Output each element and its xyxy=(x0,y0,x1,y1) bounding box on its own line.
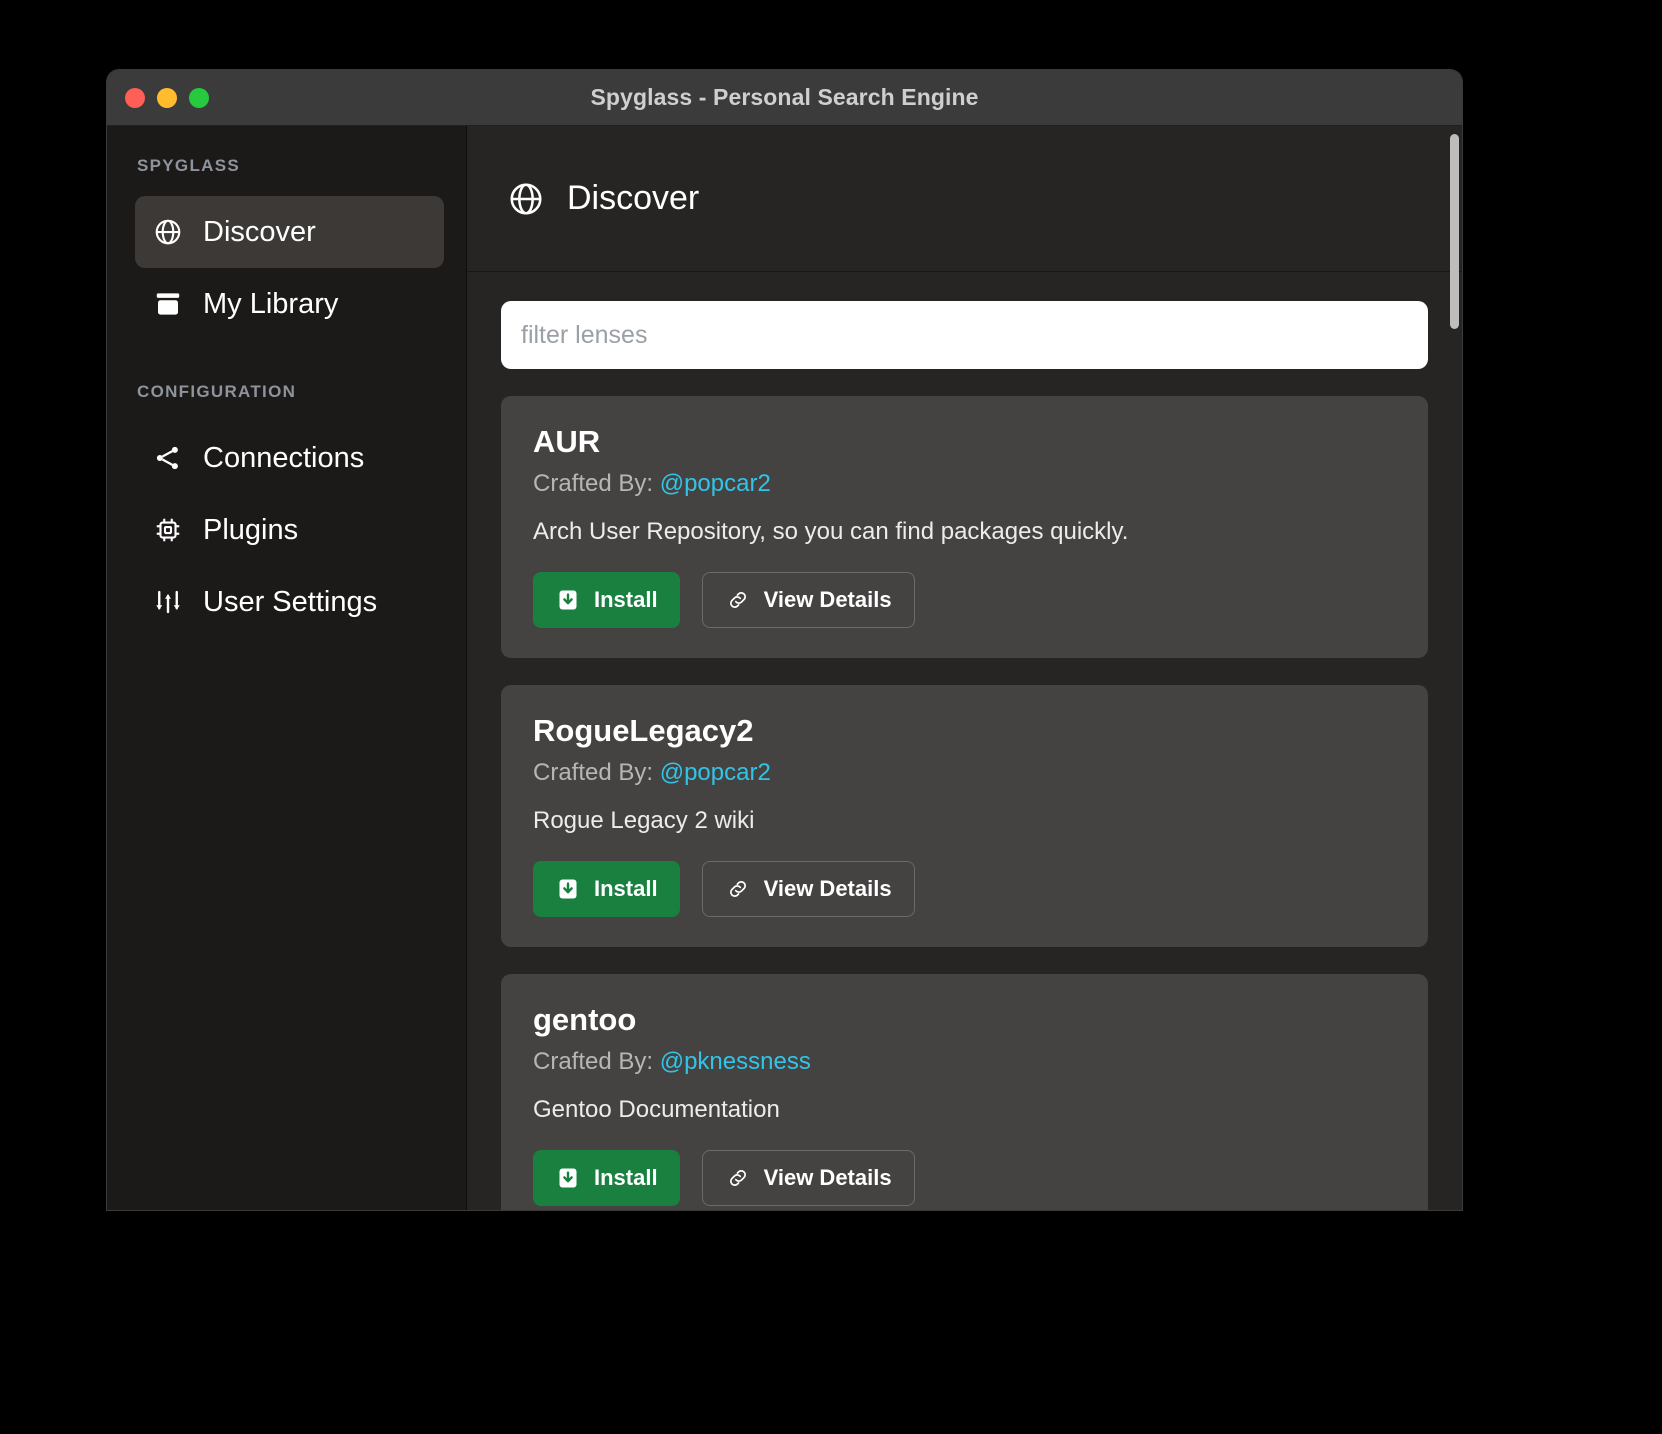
sidebar-item-user-settings[interactable]: User Settings xyxy=(135,566,444,638)
filter-lenses-input[interactable] xyxy=(501,301,1428,369)
crafted-by-label: Crafted By: xyxy=(533,759,654,786)
file-download-icon xyxy=(555,1165,581,1191)
author-handle-link[interactable]: @popcar2 xyxy=(660,470,771,497)
page-title: Discover xyxy=(567,179,700,217)
sidebar: SPYGLASS Discover My Library CONFIGURATI… xyxy=(107,126,467,1210)
chip-icon xyxy=(153,515,183,545)
view-details-button[interactable]: View Details xyxy=(701,572,915,628)
link-icon xyxy=(725,876,751,902)
lens-actions: Install View Details xyxy=(533,1150,1396,1206)
app-window: Spyglass - Personal Search Engine SPYGLA… xyxy=(107,70,1462,1210)
archive-icon xyxy=(153,289,183,319)
sidebar-item-discover[interactable]: Discover xyxy=(135,196,444,268)
lens-name: AUR xyxy=(533,424,601,459)
sliders-icon xyxy=(153,587,183,617)
lens-card: AUR Crafted By: @popcar2 Arch User Repos… xyxy=(501,396,1428,658)
view-details-button-label: View Details xyxy=(763,876,892,901)
globe-icon xyxy=(153,217,183,247)
lens-author: Crafted By: @popcar2 xyxy=(533,759,1396,787)
globe-icon xyxy=(507,180,545,218)
sidebar-item-label: Discover xyxy=(203,215,316,248)
window-title: Spyglass - Personal Search Engine xyxy=(590,84,979,110)
sidebar-item-label: Plugins xyxy=(203,513,299,546)
sidebar-item-my-library[interactable]: My Library xyxy=(135,268,444,340)
install-button[interactable]: Install xyxy=(533,861,680,917)
lens-description: Rogue Legacy 2 wiki xyxy=(533,807,755,834)
sidebar-item-label: Connections xyxy=(203,441,365,474)
lens-name: RogueLegacy2 xyxy=(533,713,754,748)
install-button[interactable]: Install xyxy=(533,1150,680,1206)
sidebar-item-plugins[interactable]: Plugins xyxy=(135,494,444,566)
lens-description: Arch User Repository, so you can find pa… xyxy=(533,518,1129,545)
install-button[interactable]: Install xyxy=(533,572,680,628)
view-details-button-label: View Details xyxy=(763,1165,892,1190)
close-window-button[interactable] xyxy=(125,87,145,108)
lens-card: gentoo Crafted By: @pknessness Gentoo Do… xyxy=(501,974,1428,1210)
lens-author: Crafted By: @pknessness xyxy=(533,1048,1396,1076)
install-button-label: Install xyxy=(594,587,658,612)
author-handle-link[interactable]: @pknessness xyxy=(660,1048,811,1075)
sidebar-item-label: My Library xyxy=(203,287,339,320)
file-download-icon xyxy=(555,876,581,902)
lens-actions: Install View Details xyxy=(533,572,1396,628)
sidebar-item-connections[interactable]: Connections xyxy=(135,422,444,494)
title-bar: Spyglass - Personal Search Engine xyxy=(107,70,1462,126)
share-icon xyxy=(153,443,183,473)
vertical-scrollbar[interactable] xyxy=(1448,126,1462,1210)
lens-name: gentoo xyxy=(533,1002,637,1037)
install-button-label: Install xyxy=(594,876,658,901)
traffic-lights xyxy=(125,87,209,108)
view-details-button-label: View Details xyxy=(763,587,892,612)
sidebar-section-label-configuration: CONFIGURATION xyxy=(137,382,297,401)
main-header: Discover xyxy=(467,126,1462,272)
lens-list-scroll-area: AUR Crafted By: @popcar2 Arch User Repos… xyxy=(467,273,1462,1210)
sidebar-section-label-spyglass: SPYGLASS xyxy=(137,156,240,175)
author-handle-link[interactable]: @popcar2 xyxy=(660,759,771,786)
crafted-by-label: Crafted By: xyxy=(533,1048,654,1075)
main-content: Discover AUR Crafted By: @popcar2 Arch U… xyxy=(467,126,1462,1210)
view-details-button[interactable]: View Details xyxy=(701,1150,915,1206)
crafted-by-label: Crafted By: xyxy=(533,470,654,497)
minimize-window-button[interactable] xyxy=(157,87,177,108)
maximize-window-button[interactable] xyxy=(189,87,209,108)
view-details-button[interactable]: View Details xyxy=(701,861,915,917)
link-icon xyxy=(725,587,751,613)
file-download-icon xyxy=(555,587,581,613)
scrollbar-thumb[interactable] xyxy=(1450,134,1459,329)
lens-actions: Install View Details xyxy=(533,861,1396,917)
window-body: SPYGLASS Discover My Library CONFIGURATI… xyxy=(107,126,1462,1210)
lens-author: Crafted By: @popcar2 xyxy=(533,470,1396,498)
sidebar-item-label: User Settings xyxy=(203,585,378,618)
lens-card: RogueLegacy2 Crafted By: @popcar2 Rogue … xyxy=(501,685,1428,947)
lens-description: Gentoo Documentation xyxy=(533,1096,780,1123)
install-button-label: Install xyxy=(594,1165,658,1190)
link-icon xyxy=(725,1165,751,1191)
